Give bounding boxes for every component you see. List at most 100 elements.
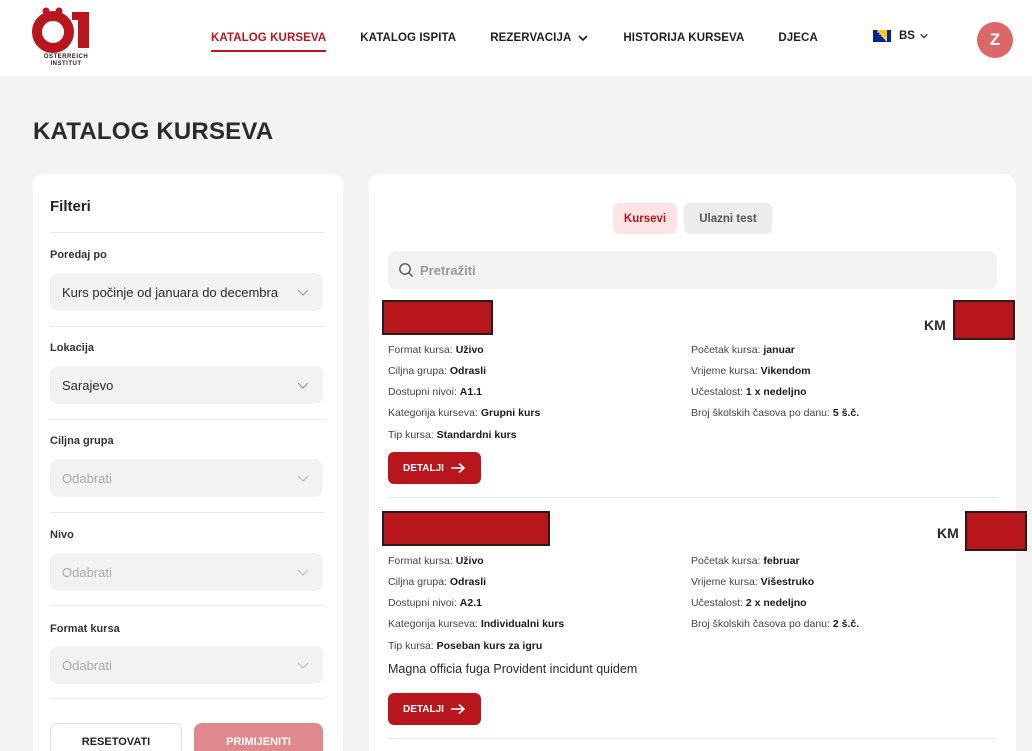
detail-label: Vrijeme kursa: [691, 365, 758, 377]
filters-title: Filteri [50, 198, 91, 215]
level-select[interactable]: Odabrati [50, 553, 323, 591]
location-value: Sarajevo [62, 377, 114, 393]
detail-label: Tip kursa: [388, 429, 434, 441]
target-group-placeholder: Odabrati [62, 470, 112, 486]
tab-entry-test[interactable]: Ulazni test [684, 203, 772, 234]
nav-rezervacija[interactable]: REZERVACIJA [490, 32, 589, 44]
detail-label: Ciljna grupa: [388, 365, 447, 377]
sort-label: Poredaj po [50, 249, 107, 261]
chevron-down-icon [297, 475, 309, 482]
divider [388, 738, 997, 739]
brand-logo[interactable]: ÖSTERREICH INSTITUT [28, 6, 104, 70]
detail-value: Poseban kurs za igru [436, 640, 543, 652]
logo-text: ÖSTERREICH INSTITUT [28, 54, 104, 68]
detail-target: Ciljna grupa: Odrasli [388, 576, 486, 588]
detail-label: Broj školskih časova po danu: [691, 407, 830, 419]
divider [50, 326, 325, 327]
detail-label: Kategorija kurseva: [388, 618, 478, 630]
detail-label: Kategorija kurseva: [388, 407, 478, 419]
chevron-down-icon [297, 382, 309, 389]
detail-hours: Broj školskih časova po danu: 2 š.č. [691, 618, 859, 630]
nav-djeca[interactable]: DJECA [778, 32, 817, 44]
course-format-placeholder: Odabrati [62, 657, 112, 673]
detail-format: Format kursa: Uživo [388, 344, 484, 356]
detail-value: A2.1 [459, 597, 482, 609]
detail-label: Početak kursa: [691, 555, 761, 567]
course-catalog-panel: Kursevi Ulazni test KM Format kursa: Uži… [369, 174, 1027, 751]
chevron-down-icon [297, 662, 309, 669]
course-price: KM [937, 525, 959, 541]
apply-button[interactable]: PRIMIJENITI [194, 723, 323, 751]
search-box[interactable] [388, 251, 997, 289]
target-group-select[interactable]: Odabrati [50, 459, 323, 497]
reset-button[interactable]: RESETOVATI [50, 723, 182, 751]
course-format-select[interactable]: Odabrati [50, 646, 323, 684]
detail-value: Uživo [455, 555, 484, 567]
search-input[interactable] [420, 262, 960, 278]
redacted-price-value [953, 300, 1015, 340]
detail-start: Početak kursa: januar [691, 344, 795, 356]
currency-label: KM [924, 317, 946, 333]
detail-levels: Dostupni nivoi: A2.1 [388, 597, 482, 609]
detail-value: Odrasli [449, 365, 487, 377]
arrow-right-icon [450, 462, 466, 474]
redacted-course-title [382, 300, 493, 335]
detail-value: 2 š.č. [832, 618, 860, 630]
detail-label: Dostupni nivoi: [388, 386, 457, 398]
main-nav: KATALOG KURSEVA KATALOG ISPITA REZERVACI… [211, 0, 852, 76]
detail-label: Učestalost: [691, 597, 743, 609]
detail-value: Uživo [455, 344, 484, 356]
divider [50, 698, 325, 699]
details-button[interactable]: DETALJI [388, 693, 481, 725]
detail-levels: Dostupni nivoi: A1.1 [388, 386, 482, 398]
detail-value: 2 x nedeljno [745, 597, 807, 609]
nav-label: DJECA [778, 32, 818, 44]
logo-line-2: INSTITUT [50, 61, 82, 67]
detail-label: Učestalost: [691, 386, 743, 398]
detail-label: Format kursa: [388, 344, 453, 356]
arrow-right-icon [450, 703, 466, 715]
location-select[interactable]: Sarajevo [50, 366, 323, 404]
search-icon [399, 263, 413, 277]
detail-value: januar [763, 344, 795, 356]
course-format-label: Format kursa [50, 623, 120, 635]
nav-historija-kurseva[interactable]: HISTORIJA KURSEVA [623, 32, 744, 44]
redacted-course-title [382, 511, 550, 546]
detail-value: februar [763, 555, 800, 567]
detail-label: Broj školskih časova po danu: [691, 618, 830, 630]
level-placeholder: Odabrati [62, 564, 112, 580]
detail-value: A1.1 [459, 386, 482, 398]
language-selector[interactable]: BS [873, 30, 929, 42]
detail-type: Tip kursa: Standardni kurs [388, 429, 517, 441]
user-avatar[interactable]: Z [977, 22, 1013, 58]
nav-katalog-kurseva[interactable]: KATALOG KURSEVA [211, 32, 327, 52]
detail-frequency: Učestalost: 2 x nedeljno [691, 597, 807, 609]
detail-label: Vrijeme kursa: [691, 576, 758, 588]
chevron-down-icon [297, 289, 309, 296]
detail-value: Individualni kurs [480, 618, 565, 630]
detail-label: Tip kursa: [388, 640, 434, 652]
detail-value: 5 š.č. [832, 407, 860, 419]
course-card: KM Format kursa: Uživo Ciljna grupa: Odr… [369, 298, 1016, 498]
detail-time: Vrijeme kursa: Vikendom [691, 365, 811, 377]
details-label: DETALJI [403, 703, 444, 715]
tab-courses[interactable]: Kursevi [613, 203, 677, 234]
detail-value: 1 x nedeljno [745, 386, 807, 398]
detail-format: Format kursa: Uživo [388, 555, 484, 567]
bosnia-flag-icon [873, 30, 891, 42]
top-header: ÖSTERREICH INSTITUT KATALOG KURSEVA KATA… [0, 0, 1032, 76]
details-button[interactable]: DETALJI [388, 452, 481, 484]
detail-label: Format kursa: [388, 555, 453, 567]
logo-line-1: ÖSTERREICH [43, 54, 89, 60]
course-price: KM [924, 317, 946, 333]
detail-value: Višestruko [760, 576, 815, 588]
divider [50, 419, 325, 420]
nav-katalog-ispita[interactable]: KATALOG ISPITA [360, 32, 456, 44]
sort-select[interactable]: Kurs počinje od januara do decembra [50, 273, 323, 311]
detail-value: Standardni kurs [436, 429, 517, 441]
course-description: Magna officia fuga Provident incidunt qu… [388, 662, 638, 676]
detail-value: Grupni kurs [480, 407, 541, 419]
avatar-initial: Z [989, 30, 1001, 49]
detail-value: Vikendom [760, 365, 811, 377]
detail-label: Ciljna grupa: [388, 576, 447, 588]
